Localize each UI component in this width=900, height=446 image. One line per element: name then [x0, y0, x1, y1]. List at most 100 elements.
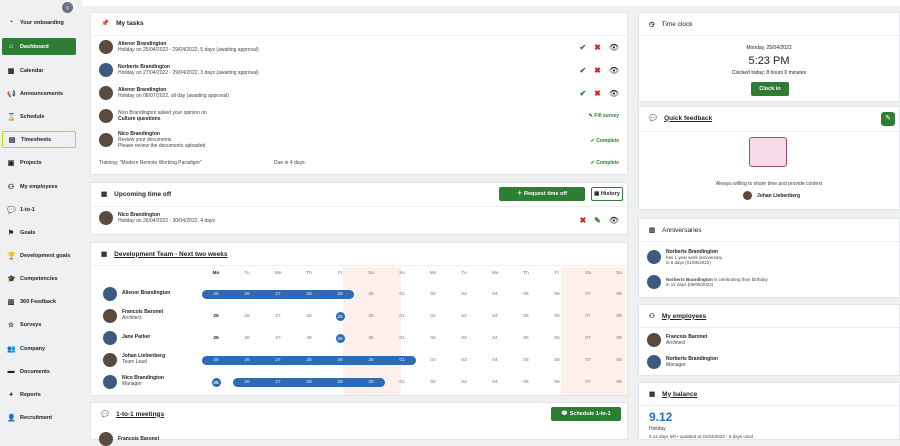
collapse-sidebar-icon[interactable]: ‹ — [62, 2, 73, 13]
calendar-day-cell[interactable]: 08 — [609, 334, 629, 343]
sidebar-item-company[interactable]: 👥 Company — [2, 340, 76, 357]
calendar-day-cell[interactable]: 27 — [268, 290, 288, 299]
sidebar-item-projects[interactable]: ▣ Projects — [2, 154, 76, 171]
calendar-day-cell[interactable]: 07 — [578, 378, 598, 387]
reject-icon[interactable]: ✖ — [594, 43, 601, 52]
calendar-day-cell[interactable]: 07 — [578, 312, 598, 321]
calendar-day-cell[interactable]: 25 — [206, 334, 226, 343]
sidebar-item-goals[interactable]: ⚑ Goals — [2, 224, 76, 241]
sidebar-item-development-goals[interactable]: 🏆 Development goals — [2, 247, 76, 264]
calendar-day-cell[interactable]: 06 — [547, 356, 567, 365]
calendar-day-cell[interactable]: 08 — [609, 356, 629, 365]
calendar-day-cell[interactable]: 06 — [547, 334, 567, 343]
sidebar-item-calendar[interactable]: ▦ Calendar — [2, 62, 76, 79]
calendar-day-cell[interactable]: 08 — [609, 290, 629, 299]
calendar-day-cell[interactable]: 26 — [237, 312, 257, 321]
fill-survey-link[interactable]: ✎ Fill survey — [589, 113, 619, 119]
calendar-day-cell[interactable]: 26 — [237, 290, 257, 299]
sidebar-item-announcements[interactable]: 📢 Announcements — [2, 85, 76, 102]
calendar-day-cell[interactable]: 29 — [330, 378, 350, 387]
calendar-day-cell[interactable]: 04 — [485, 290, 505, 299]
complete-training-link[interactable]: ✔ Complete — [591, 160, 619, 166]
calendar-day-cell[interactable]: 01 — [392, 378, 412, 387]
calendar-day-cell[interactable]: 02 — [423, 356, 443, 365]
view-icon[interactable]: 👁 — [609, 216, 619, 225]
sidebar-item-360-feedback[interactable]: ▥ 360 Feedback — [2, 293, 76, 310]
calendar-day-cell[interactable]: 02 — [423, 312, 443, 321]
sidebar-item-your-onboarding[interactable]: ◔ Your onboarding — [2, 14, 76, 31]
cancel-icon[interactable]: ✖ — [579, 216, 586, 225]
calendar-day-cell[interactable]: 04 — [485, 356, 505, 365]
schedule-1to1-button[interactable]: 💬 Schedule 1-to-1 — [551, 407, 621, 421]
reject-icon[interactable]: ✖ — [594, 66, 601, 75]
calendar-day-cell[interactable]: 05 — [516, 356, 536, 365]
view-icon[interactable]: 👁 — [609, 66, 619, 75]
calendar-day-cell[interactable]: 04 — [485, 334, 505, 343]
calendar-day-cell[interactable]: 06 — [547, 378, 567, 387]
calendar-day-cell[interactable]: 28 — [299, 312, 319, 321]
calendar-day-cell[interactable]: 03 — [454, 356, 474, 365]
calendar-day-cell[interactable]: 08 — [609, 378, 629, 387]
calendar-day-cell[interactable]: 07 — [578, 334, 598, 343]
calendar-day-cell[interactable]: 30 — [361, 334, 381, 343]
sidebar-item-timesheets[interactable]: ▤ Timesheets — [2, 131, 76, 148]
calendar-day-cell[interactable]: 25 — [206, 312, 226, 321]
calendar-day-cell[interactable]: 05 — [516, 312, 536, 321]
calendar-day-cell[interactable]: 29 — [330, 334, 350, 344]
clock-in-button[interactable]: Clock in — [751, 82, 789, 96]
calendar-day-cell[interactable]: 29 — [330, 356, 350, 365]
approve-icon[interactable]: ✔ — [579, 89, 586, 98]
sidebar-item-surveys[interactable]: ☆ Surveys — [2, 316, 76, 333]
calendar-day-cell[interactable]: 08 — [609, 312, 629, 321]
approve-icon[interactable]: ✔ — [579, 43, 586, 52]
sidebar-item-my-employees[interactable]: ⚇ My employees — [2, 178, 76, 195]
calendar-day-cell[interactable]: 04 — [485, 312, 505, 321]
calendar-day-cell[interactable]: 25 — [206, 290, 226, 299]
calendar-day-cell[interactable]: 29 — [330, 290, 350, 299]
team-calendar-title[interactable]: Development Team - Next two weeks — [114, 251, 227, 258]
calendar-day-cell[interactable]: 28 — [299, 334, 319, 343]
calendar-day-cell[interactable]: 01 — [392, 290, 412, 299]
calendar-day-cell[interactable]: 06 — [547, 312, 567, 321]
calendar-day-cell[interactable]: 27 — [268, 334, 288, 343]
view-icon[interactable]: 👁 — [609, 43, 619, 52]
my-employees-title[interactable]: My employees — [662, 313, 706, 320]
history-button[interactable]: ▦ History — [591, 187, 623, 201]
calendar-day-cell[interactable]: 30 — [361, 378, 381, 387]
calendar-day-cell[interactable]: 27 — [268, 312, 288, 321]
calendar-day-cell[interactable]: 01 — [392, 312, 412, 321]
calendar-day-cell[interactable]: 03 — [454, 312, 474, 321]
sidebar-item-competencies[interactable]: 🎓 Competencies — [2, 270, 76, 287]
meetings-title[interactable]: 1-to-1 meetings — [116, 411, 164, 418]
calendar-day-cell[interactable]: 28 — [299, 290, 319, 299]
calendar-day-cell[interactable]: 04 — [485, 378, 505, 387]
calendar-day-cell[interactable]: 30 — [361, 312, 381, 321]
calendar-day-cell[interactable]: 07 — [578, 290, 598, 299]
calendar-day-cell[interactable]: 02 — [423, 334, 443, 343]
calendar-day-cell[interactable]: 26 — [237, 378, 257, 387]
calendar-day-cell[interactable]: 06 — [547, 290, 567, 299]
sidebar-item-schedule[interactable]: ⌛ Schedule — [2, 108, 76, 125]
view-icon[interactable]: 👁 — [609, 89, 619, 98]
my-balance-title[interactable]: My balance — [662, 391, 697, 398]
calendar-day-cell[interactable]: 03 — [454, 378, 474, 387]
calendar-day-cell[interactable]: 26 — [237, 334, 257, 343]
complete-documents-link[interactable]: ✔ Complete — [591, 138, 619, 144]
calendar-day-cell[interactable]: 28 — [299, 356, 319, 365]
calendar-day-cell[interactable]: 27 — [268, 356, 288, 365]
calendar-day-cell[interactable]: 25 — [206, 356, 226, 365]
sidebar-item-documents[interactable]: ▬ Documents — [2, 363, 76, 380]
calendar-day-cell[interactable]: 26 — [237, 356, 257, 365]
request-time-off-button[interactable]: ＋ Request time off — [499, 187, 585, 201]
calendar-day-cell[interactable]: 05 — [516, 290, 536, 299]
calendar-day-cell[interactable]: 05 — [516, 334, 536, 343]
calendar-day-cell[interactable]: 01 — [392, 334, 412, 343]
calendar-day-cell[interactable]: 05 — [516, 378, 536, 387]
calendar-day-cell[interactable]: 03 — [454, 290, 474, 299]
calendar-day-cell[interactable]: 02 — [423, 290, 443, 299]
calendar-day-cell[interactable]: 29 — [330, 312, 350, 322]
calendar-day-cell[interactable]: 03 — [454, 334, 474, 343]
calendar-day-cell[interactable]: 27 — [268, 378, 288, 387]
quick-feedback-title[interactable]: Quick feedback — [664, 115, 712, 122]
calendar-day-cell[interactable]: 28 — [299, 378, 319, 387]
